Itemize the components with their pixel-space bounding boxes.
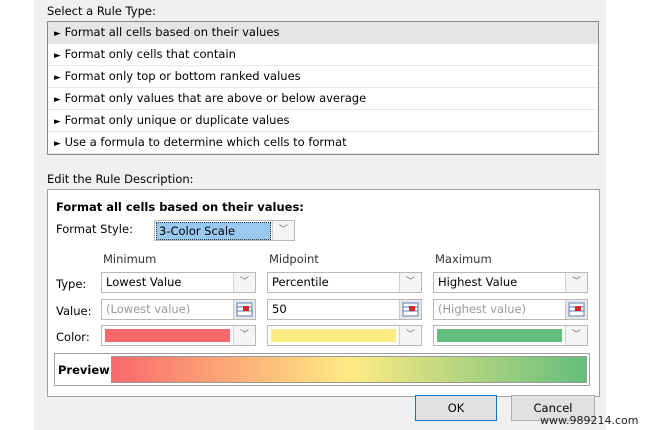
- arrow-right-icon: ►: [54, 117, 61, 127]
- rule-type-item-label: Format all cells based on their values: [64, 25, 280, 39]
- description-title: Format all cells based on their values:: [56, 200, 304, 214]
- arrow-right-icon: ►: [54, 29, 61, 39]
- rule-type-item-label: Use a formula to determine which cells t…: [64, 135, 347, 149]
- rule-type-item-label: Format only values that are above or bel…: [64, 91, 367, 105]
- type-value: Percentile: [272, 275, 329, 289]
- range-picker-icon[interactable]: [565, 300, 587, 319]
- color-scale-preview: [111, 356, 587, 383]
- type-value: Lowest Value: [106, 275, 182, 289]
- value-label: Value:: [56, 304, 92, 318]
- chevron-down-icon[interactable]: ﹀: [272, 221, 294, 240]
- color-swatch: [437, 329, 562, 342]
- chevron-down-icon[interactable]: ﹀: [565, 326, 587, 345]
- format-style-label: Format Style:: [56, 222, 133, 236]
- color-select[interactable]: ﹀: [101, 325, 256, 346]
- value-text: (Lowest value): [106, 302, 191, 316]
- value-input[interactable]: 50: [267, 299, 422, 320]
- arrow-right-icon: ►: [54, 95, 61, 105]
- chevron-down-icon[interactable]: ﹀: [233, 273, 255, 292]
- rule-type-item-label: Format only unique or duplicate values: [64, 113, 290, 127]
- type-select[interactable]: Lowest Value ﹀: [101, 272, 256, 293]
- chevron-down-icon[interactable]: ﹀: [399, 273, 421, 292]
- format-style-value: 3-Color Scale: [156, 222, 271, 240]
- column-header: Maximum: [435, 252, 492, 266]
- arrow-right-icon: ►: [54, 73, 61, 83]
- type-label: Type:: [56, 277, 87, 291]
- value-text: (Highest value): [438, 302, 527, 316]
- type-value: Highest Value: [438, 275, 518, 289]
- type-select[interactable]: Highest Value ﹀: [433, 272, 588, 293]
- color-select[interactable]: ﹀: [433, 325, 588, 346]
- watermark: www.989214.com: [540, 414, 639, 427]
- rule-type-item-label: Format only top or bottom ranked values: [64, 69, 301, 83]
- chevron-down-icon[interactable]: ﹀: [233, 326, 255, 345]
- rule-description-label: Edit the Rule Description:: [47, 172, 194, 186]
- range-picker-icon[interactable]: [233, 300, 255, 319]
- rule-type-item[interactable]: ► Format all cells based on their values: [48, 22, 598, 44]
- ok-button[interactable]: OK: [415, 395, 497, 421]
- color-swatch: [105, 329, 230, 342]
- preview-label: Preview:: [58, 363, 115, 377]
- value-input[interactable]: (Highest value): [433, 299, 588, 320]
- color-swatch: [271, 329, 396, 342]
- color-select[interactable]: ﹀: [267, 325, 422, 346]
- type-select[interactable]: Percentile ﹀: [267, 272, 422, 293]
- column-header: Midpoint: [269, 252, 319, 266]
- value-text: 50: [272, 302, 287, 316]
- column-header: Minimum: [103, 252, 157, 266]
- range-picker-icon[interactable]: [399, 300, 421, 319]
- rule-type-item[interactable]: ► Format only cells that contain: [48, 44, 598, 66]
- rule-type-list[interactable]: ► Format all cells based on their values…: [47, 21, 599, 155]
- chevron-down-icon[interactable]: ﹀: [565, 273, 587, 292]
- preview-box: Preview:: [54, 353, 590, 386]
- arrow-right-icon: ►: [54, 51, 61, 61]
- rule-type-item[interactable]: ► Format only unique or duplicate values: [48, 110, 598, 132]
- chevron-down-icon[interactable]: ﹀: [399, 326, 421, 345]
- rule-type-item-label: Format only cells that contain: [64, 47, 236, 61]
- rule-type-item[interactable]: ► Use a formula to determine which cells…: [48, 132, 598, 154]
- rule-type-item[interactable]: ► Format only top or bottom ranked value…: [48, 66, 598, 88]
- color-label: Color:: [56, 330, 90, 344]
- rule-type-item[interactable]: ► Format only values that are above or b…: [48, 88, 598, 110]
- value-input[interactable]: (Lowest value): [101, 299, 256, 320]
- arrow-right-icon: ►: [54, 139, 61, 149]
- rule-type-label: Select a Rule Type:: [47, 4, 156, 18]
- format-style-select[interactable]: 3-Color Scale ﹀: [154, 220, 295, 241]
